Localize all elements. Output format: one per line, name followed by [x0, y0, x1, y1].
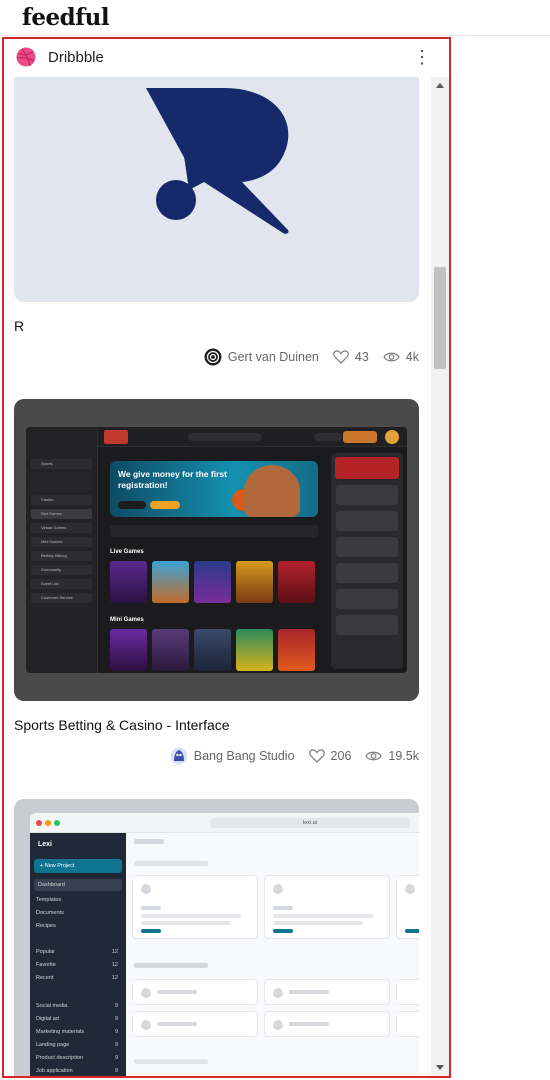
heart-icon[interactable]	[333, 350, 349, 364]
lexi-nav-item: Documents	[36, 910, 64, 916]
post-meta: Bang Bang Studio 206 19.5k	[14, 747, 419, 765]
lexi-nav-item: Dashboard	[34, 879, 122, 891]
lexi-group-item: Recent 12	[36, 975, 118, 981]
lexi-brand: Lexi	[38, 841, 53, 848]
author-avatar[interactable]	[204, 348, 222, 366]
author-name[interactable]: Bang Bang Studio	[194, 749, 295, 763]
feed-list: R Gert van Duinen 43 4k Sports Casino Sl…	[4, 77, 431, 1076]
lexi-folder-item: Social media 9	[36, 1003, 118, 1009]
scroll-up-icon[interactable]	[436, 83, 444, 88]
scroll-down-icon[interactable]	[436, 1065, 444, 1070]
casino-topbar	[98, 427, 407, 447]
chat-panel	[331, 453, 403, 669]
player-illustration	[244, 465, 300, 517]
casino-nav-item: Sports	[31, 459, 92, 469]
casino-nav-item: Community	[31, 565, 92, 575]
post-meta: Gert van Duinen 43 4k	[14, 348, 419, 366]
post-title[interactable]: Sports Betting & Casino - Interface	[14, 717, 419, 733]
mini-games-label: Mini Games	[110, 617, 144, 623]
dribbble-feed-widget: Dribbble ⋮ R Gert van Duinen 43 4k Sport…	[2, 37, 451, 1078]
lexi-app-preview: lexi.ai Lexi + New Project Dashboard Tem…	[30, 813, 419, 1076]
lexi-folder-item: Marketing materials 9	[36, 1029, 118, 1035]
heart-icon[interactable]	[308, 749, 325, 763]
lexi-folder-item: Product description 9	[36, 1055, 118, 1061]
casino-nav-item: Slot Games	[31, 509, 92, 519]
new-project-button: + New Project	[34, 859, 122, 873]
promo-banner-text: We give money for the first registration…	[118, 469, 227, 490]
browser-bar: lexi.ai	[30, 813, 419, 833]
live-games-label: Live Games	[110, 549, 144, 555]
dribbble-icon	[16, 47, 36, 67]
feed-card[interactable]: lexi.ai Lexi + New Project Dashboard Tem…	[14, 799, 419, 1076]
eye-icon	[383, 352, 400, 362]
lexi-folder-item: Job application 9	[36, 1068, 118, 1074]
game-tabs	[110, 525, 318, 537]
like-count: 43	[354, 350, 369, 364]
feed-card[interactable]: R Gert van Duinen 43 4k	[14, 77, 419, 366]
lexi-nav-item: Templates	[36, 897, 62, 903]
author-avatar[interactable]	[170, 747, 188, 765]
scrollbar-thumb[interactable]	[434, 267, 446, 369]
lexi-main	[126, 833, 419, 1076]
r-logo-artwork	[146, 88, 289, 234]
app-logo[interactable]: feedful	[22, 4, 110, 31]
casino-nav-item: Event List	[31, 579, 92, 589]
shot-thumbnail[interactable]	[14, 77, 419, 302]
author-name[interactable]: Gert van Duinen	[228, 350, 319, 364]
view-count: 19.5k	[388, 749, 419, 763]
promo-banner: We give money for the first registration…	[110, 461, 318, 517]
feed-scrollbar[interactable]	[431, 77, 449, 1076]
lexi-folder-item: Landing page 9	[36, 1042, 118, 1048]
casino-nav-item: Mini Games	[31, 537, 92, 547]
lexi-group-item: Favorite 12	[36, 962, 118, 968]
like-count: 206	[330, 749, 352, 763]
post-title[interactable]: R	[14, 318, 419, 334]
shot-thumbnail[interactable]: Sports Casino Slot Games Virtual Games M…	[14, 399, 419, 701]
widget-title: Dribbble	[48, 49, 104, 66]
app-header: feedful	[0, 0, 550, 36]
eye-icon	[365, 751, 383, 761]
casino-nav-item: Virtual Games	[31, 523, 92, 533]
lexi-group-item: Popular 12	[36, 949, 118, 955]
casino-interface-preview: Sports Casino Slot Games Virtual Games M…	[26, 427, 407, 673]
widget-header: Dribbble ⋮	[4, 39, 449, 77]
casino-nav-item: Casino	[31, 495, 92, 505]
casino-sidebar: Sports Casino Slot Games Virtual Games M…	[26, 427, 98, 673]
lexi-folder-item: Digital ad 9	[36, 1016, 118, 1022]
view-count: 4k	[405, 350, 419, 364]
lexi-sidebar: Lexi + New Project Dashboard Templates D…	[30, 833, 126, 1076]
casino-nav-item: Customer Service	[31, 593, 92, 603]
shot-thumbnail[interactable]: lexi.ai Lexi + New Project Dashboard Tem…	[14, 799, 419, 1076]
casino-nav-item: Betting History	[31, 551, 92, 561]
lexi-nav-item: Recipes	[36, 923, 56, 929]
feed-card[interactable]: Sports Casino Slot Games Virtual Games M…	[14, 399, 419, 765]
more-options-icon[interactable]: ⋮	[413, 48, 431, 66]
browser-url: lexi.ai	[210, 818, 410, 828]
